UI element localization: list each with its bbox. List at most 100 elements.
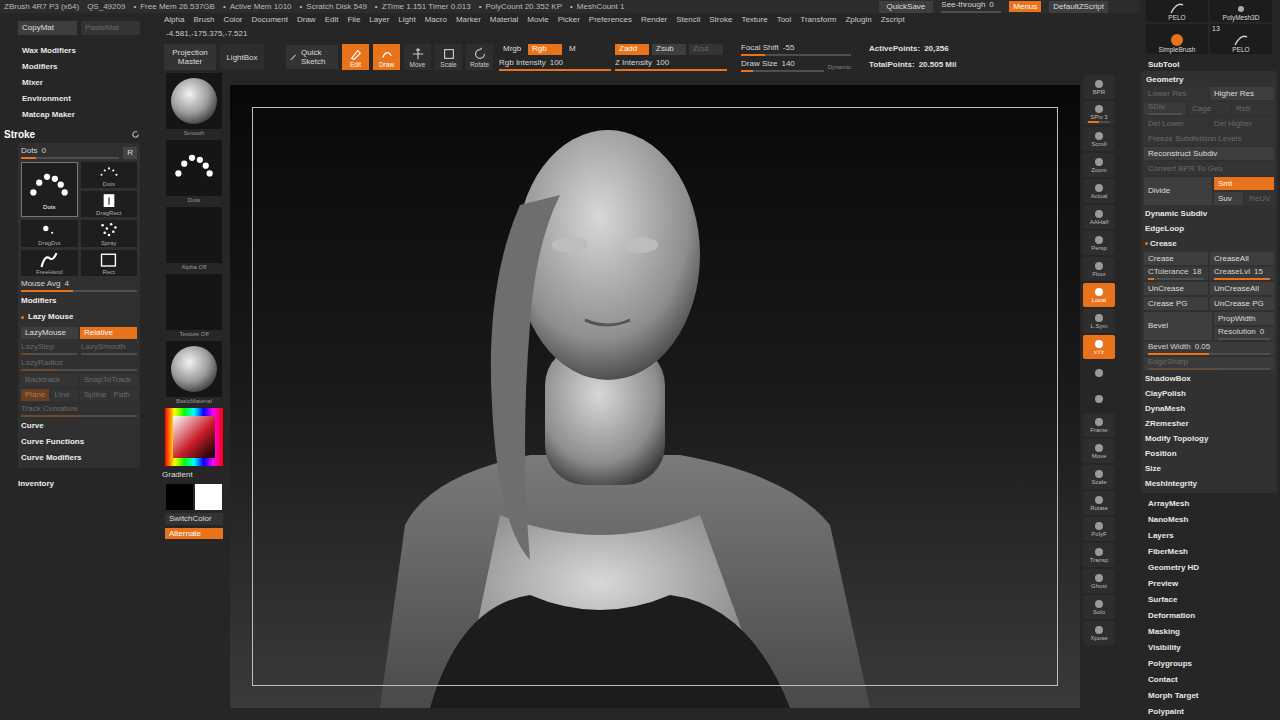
- shelf-button[interactable]: Scale: [1083, 465, 1115, 489]
- shelf-button[interactable]: Actual: [1083, 179, 1115, 203]
- button[interactable]: Zadd: [615, 44, 649, 55]
- geometry-subsection[interactable]: Dynamic Subdiv: [1144, 207, 1274, 220]
- z-intensity-slider[interactable]: Z Intensity100: [615, 58, 727, 71]
- refresh-icon[interactable]: [131, 130, 140, 139]
- secondary-swatch[interactable]: [195, 484, 222, 510]
- tool-section[interactable]: Surface: [1140, 592, 1278, 608]
- menu-item[interactable]: Brush: [193, 14, 214, 26]
- tray-menu[interactable]: Environment: [18, 91, 140, 107]
- shelf-button[interactable]: Local: [1083, 283, 1115, 307]
- tool-section[interactable]: FiberMesh: [1140, 544, 1278, 560]
- mode-button[interactable]: Rotate: [466, 44, 493, 70]
- mouse-avg-slider[interactable]: Mouse Avg4: [21, 279, 137, 292]
- shelf-button[interactable]: Floor: [1083, 257, 1115, 281]
- button[interactable]: Mrgb: [499, 44, 525, 55]
- geometry-subsection[interactable]: Size: [1144, 462, 1274, 475]
- switch-color-button[interactable]: SwitchColor: [165, 513, 223, 525]
- geometry-subsection[interactable]: Position: [1144, 447, 1274, 460]
- shelf-button[interactable]: L.Sym: [1083, 309, 1115, 333]
- section-header[interactable]: Modifiers: [21, 295, 137, 308]
- menu-item[interactable]: Material: [490, 14, 518, 26]
- stroke-type[interactable]: Spray: [81, 220, 138, 246]
- geometry-subsection[interactable]: Modify Topology: [1144, 432, 1274, 445]
- menu-item[interactable]: Transform: [800, 14, 836, 26]
- stroke-type[interactable]: DragRect: [81, 191, 138, 217]
- slider[interactable]: Resolution0: [1214, 327, 1274, 340]
- focal-shift-slider[interactable]: Focal Shift-55: [741, 43, 851, 56]
- menu-item[interactable]: Zplugin: [845, 14, 871, 26]
- button[interactable]: PropWidth: [1214, 312, 1274, 325]
- primary-swatch[interactable]: [166, 484, 193, 510]
- shelf-button[interactable]: Solo: [1083, 595, 1115, 619]
- quicksave-button[interactable]: QuickSave: [879, 1, 934, 13]
- button[interactable]: LazyMouse: [21, 327, 78, 339]
- menu-item[interactable]: Alpha: [164, 14, 184, 26]
- menu-item[interactable]: Edit: [325, 14, 339, 26]
- button[interactable]: Smt: [1214, 177, 1274, 190]
- menu-item[interactable]: Texture: [741, 14, 767, 26]
- mode-button[interactable]: Edit: [342, 44, 369, 70]
- tool-section[interactable]: Visibility: [1140, 640, 1278, 656]
- tool-thumbnail[interactable]: PolyMesh3D: [1210, 0, 1272, 22]
- stroke-type[interactable]: Dots: [81, 162, 138, 188]
- tool-section[interactable]: Contact: [1140, 672, 1278, 688]
- section-header[interactable]: Curve Modifiers: [21, 452, 137, 465]
- tool-section[interactable]: Masking: [1140, 624, 1278, 640]
- slider[interactable]: Bevel Width0.05: [1144, 342, 1274, 355]
- geometry-subsection[interactable]: ClayPolish: [1144, 387, 1274, 400]
- stroke-type[interactable]: DragDot: [21, 220, 78, 246]
- quick-sketch-button[interactable]: Quick Sketch: [286, 45, 338, 69]
- section-header[interactable]: Lazy Mouse: [21, 311, 137, 324]
- inventory[interactable]: Inventory: [18, 476, 140, 492]
- geometry-subsection[interactable]: ShadowBox: [1144, 372, 1274, 385]
- menu-item[interactable]: Light: [398, 14, 415, 26]
- tool-section[interactable]: Deformation: [1140, 608, 1278, 624]
- geometry-subsection[interactable]: ZRemesher: [1144, 417, 1274, 430]
- slider[interactable]: CreaseLvl15: [1210, 267, 1274, 280]
- menu-item[interactable]: Tool: [777, 14, 792, 26]
- shelf-button[interactable]: Xpose: [1083, 621, 1115, 645]
- draw-size-slider[interactable]: Draw Size140: [741, 59, 824, 72]
- button[interactable]: Divide: [1144, 177, 1212, 205]
- button[interactable]: Bevel: [1144, 312, 1212, 340]
- large-button[interactable]: Projection Master: [164, 44, 216, 70]
- menu-item[interactable]: Marker: [456, 14, 481, 26]
- shelf-button[interactable]: [1083, 387, 1115, 411]
- button[interactable]: Crease PG: [1144, 297, 1208, 310]
- large-button[interactable]: LightBox: [220, 44, 264, 70]
- menu-item[interactable]: Zscript: [881, 14, 905, 26]
- geometry-subsection[interactable]: MeshIntegrity: [1144, 477, 1274, 490]
- shelf-button[interactable]: BPR: [1083, 75, 1115, 99]
- gradient-label[interactable]: Gradient: [160, 469, 193, 481]
- section-header[interactable]: Curve: [21, 420, 137, 433]
- geometry-subsection[interactable]: Crease: [1144, 237, 1274, 250]
- tool-thumbnail[interactable]: PELO: [1146, 0, 1208, 22]
- see-through-slider[interactable]: See-through0: [941, 0, 1001, 13]
- button[interactable]: Crease: [1144, 252, 1208, 265]
- shelf-button[interactable]: Transp: [1083, 543, 1115, 567]
- button[interactable]: UnCrease PG: [1210, 297, 1274, 310]
- dots-slider[interactable]: Dots0: [21, 146, 119, 159]
- button[interactable]: CreaseAll: [1210, 252, 1274, 265]
- button[interactable]: Reconstruct Subdiv: [1144, 147, 1274, 160]
- shelf-button[interactable]: Rotate: [1083, 491, 1115, 515]
- shelf-button[interactable]: Move: [1083, 439, 1115, 463]
- geometry-header[interactable]: Geometry: [1144, 74, 1274, 85]
- shelf-button[interactable]: Ghost: [1083, 569, 1115, 593]
- tool-section[interactable]: Preview: [1140, 576, 1278, 592]
- tool-section[interactable]: Morph Target: [1140, 688, 1278, 704]
- stroke-type[interactable]: FreeHand: [21, 250, 78, 276]
- shelf-item[interactable]: BasicMaterial: [166, 341, 222, 405]
- menu-item[interactable]: Document: [252, 14, 288, 26]
- menu-item[interactable]: Preferences: [589, 14, 632, 26]
- tool-thumbnail[interactable]: PELO13: [1210, 24, 1272, 54]
- rgb-intensity-slider[interactable]: Rgb Intensity100: [499, 58, 611, 71]
- stroke-header[interactable]: Stroke: [2, 125, 140, 143]
- shelf-button[interactable]: Scroll: [1083, 127, 1115, 151]
- shelf-button[interactable]: Zoom: [1083, 153, 1115, 177]
- mode-button[interactable]: Scale: [435, 44, 462, 70]
- script-button[interactable]: DefaultZScript: [1049, 1, 1108, 13]
- geometry-subsection[interactable]: EdgeLoop: [1144, 222, 1274, 235]
- menus-button[interactable]: Menus: [1009, 1, 1041, 12]
- tray-menu[interactable]: Wax Modifiers: [18, 43, 140, 59]
